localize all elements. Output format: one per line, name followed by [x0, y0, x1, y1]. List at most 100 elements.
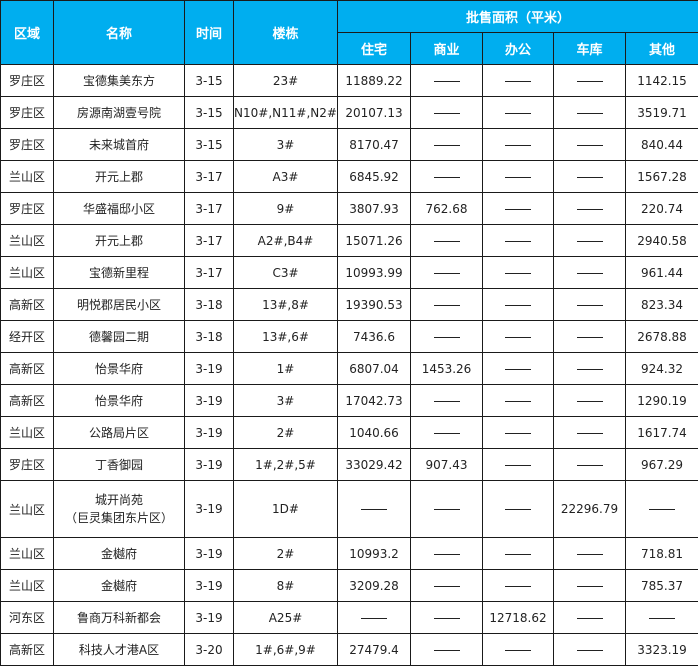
cell-district: 兰山区 — [1, 161, 54, 193]
cell-other: 924.32 — [626, 353, 698, 385]
cell-commercial — [411, 257, 483, 289]
empty-dash — [505, 177, 531, 178]
project-name-line: 鲁商万科新都会 — [54, 609, 184, 627]
cell-other: 967.29 — [626, 449, 698, 481]
cell-garage — [554, 385, 626, 417]
cell-garage — [554, 417, 626, 449]
empty-dash — [577, 465, 603, 466]
cell-buildings: 3# — [234, 385, 338, 417]
empty-dash — [505, 241, 531, 242]
cell-district: 兰山区 — [1, 417, 54, 449]
empty-dash — [434, 401, 460, 402]
cell-date: 3-20 — [185, 634, 234, 666]
cell-office — [483, 161, 554, 193]
cell-residential: 3209.28 — [338, 570, 411, 602]
empty-dash — [577, 145, 603, 146]
cell-commercial — [411, 161, 483, 193]
empty-dash — [505, 145, 531, 146]
cell-garage — [554, 634, 626, 666]
cell-other: 718.81 — [626, 538, 698, 570]
cell-district: 高新区 — [1, 353, 54, 385]
cell-buildings: 9# — [234, 193, 338, 225]
cell-residential — [338, 481, 411, 538]
empty-dash — [577, 337, 603, 338]
empty-dash — [434, 337, 460, 338]
cell-name: 科技人才港A区 — [54, 634, 185, 666]
empty-dash — [505, 209, 531, 210]
project-name-line: 金樾府 — [54, 577, 184, 595]
cell-other: 840.44 — [626, 129, 698, 161]
cell-other: 1617.74 — [626, 417, 698, 449]
empty-dash — [505, 337, 531, 338]
empty-dash — [434, 509, 460, 510]
project-name-line: 宝德新里程 — [54, 264, 184, 282]
cell-residential: 3807.93 — [338, 193, 411, 225]
cell-buildings: 1D# — [234, 481, 338, 538]
cell-commercial — [411, 602, 483, 634]
cell-buildings: 1# — [234, 353, 338, 385]
project-name-line: 城开尚苑 — [54, 491, 184, 509]
cell-district: 兰山区 — [1, 257, 54, 289]
cell-office — [483, 385, 554, 417]
cell-name: 宝德集美东方 — [54, 65, 185, 97]
cell-residential: 1040.66 — [338, 417, 411, 449]
cell-date: 3-19 — [185, 602, 234, 634]
cell-residential: 6807.04 — [338, 353, 411, 385]
cell-other: 3519.71 — [626, 97, 698, 129]
cell-buildings: A25# — [234, 602, 338, 634]
cell-residential: 7436.6 — [338, 321, 411, 353]
empty-dash — [434, 81, 460, 82]
cell-name: 华盛福邸小区 — [54, 193, 185, 225]
project-name-line: 金樾府 — [54, 545, 184, 563]
cell-date: 3-15 — [185, 65, 234, 97]
cell-other — [626, 481, 698, 538]
cell-district: 罗庄区 — [1, 65, 54, 97]
cell-district: 经开区 — [1, 321, 54, 353]
empty-dash — [434, 433, 460, 434]
cell-name: 丁香御园 — [54, 449, 185, 481]
cell-commercial — [411, 97, 483, 129]
cell-residential: 33029.42 — [338, 449, 411, 481]
cell-office — [483, 570, 554, 602]
empty-dash — [577, 433, 603, 434]
table-row: 高新区明悦郡居民小区3-1813#,8#19390.53823.34 — [1, 289, 698, 321]
cell-office — [483, 353, 554, 385]
project-name-line: 丁香御园 — [54, 456, 184, 474]
cell-garage — [554, 449, 626, 481]
cell-other: 1142.15 — [626, 65, 698, 97]
cell-name: 城开尚苑（巨灵集团东片区） — [54, 481, 185, 538]
empty-dash — [505, 401, 531, 402]
table-row: 兰山区公路局片区3-192#1040.661617.74 — [1, 417, 698, 449]
cell-garage — [554, 538, 626, 570]
empty-dash — [577, 650, 603, 651]
cell-name: 房源南湖壹号院 — [54, 97, 185, 129]
cell-residential — [338, 602, 411, 634]
cell-residential: 17042.73 — [338, 385, 411, 417]
cell-office — [483, 65, 554, 97]
cell-commercial — [411, 538, 483, 570]
empty-dash — [505, 369, 531, 370]
cell-date: 3-19 — [185, 385, 234, 417]
cell-buildings: 1#,6#,9# — [234, 634, 338, 666]
header-date: 时间 — [185, 1, 234, 65]
cell-date: 3-15 — [185, 129, 234, 161]
table-row: 高新区怡景华府3-191#6807.041453.26924.32 — [1, 353, 698, 385]
cell-commercial: 907.43 — [411, 449, 483, 481]
cell-buildings: 13#,6# — [234, 321, 338, 353]
cell-residential: 19390.53 — [338, 289, 411, 321]
cell-commercial — [411, 481, 483, 538]
empty-dash — [434, 145, 460, 146]
cell-date: 3-17 — [185, 193, 234, 225]
cell-name: 德馨园二期 — [54, 321, 185, 353]
cell-date: 3-18 — [185, 321, 234, 353]
cell-garage — [554, 289, 626, 321]
cell-name: 明悦郡居民小区 — [54, 289, 185, 321]
cell-garage — [554, 602, 626, 634]
cell-other: 2678.88 — [626, 321, 698, 353]
cell-commercial — [411, 570, 483, 602]
empty-dash — [361, 618, 387, 619]
cell-buildings: 3# — [234, 129, 338, 161]
cell-office — [483, 449, 554, 481]
empty-dash — [505, 650, 531, 651]
cell-residential: 27479.4 — [338, 634, 411, 666]
